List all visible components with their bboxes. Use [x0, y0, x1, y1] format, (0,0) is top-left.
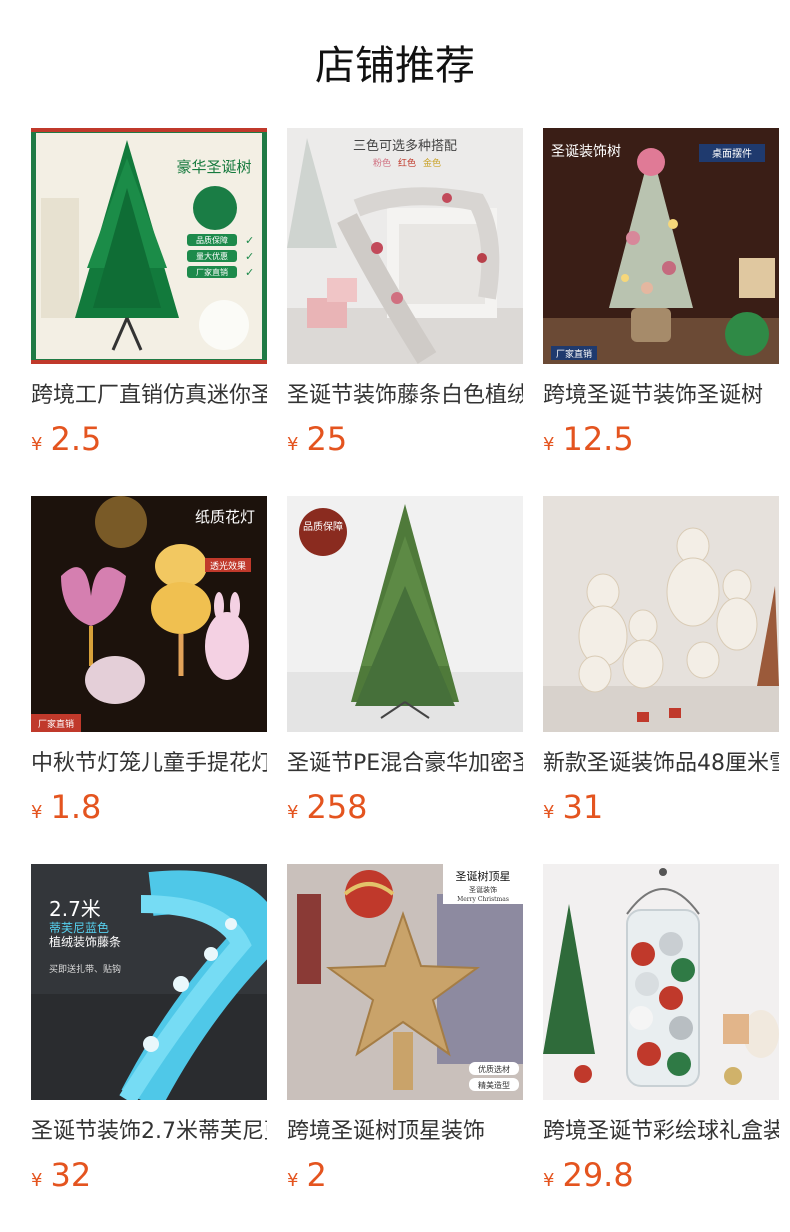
snowman-image: [543, 496, 779, 732]
image-heading: 蒂芙尼蓝色: [49, 921, 109, 935]
svg-text:✓: ✓: [245, 266, 254, 279]
product-price: ¥258: [287, 787, 523, 833]
image-heading: 三色可选多种搭配: [353, 138, 457, 154]
page-title: 店铺推荐: [315, 43, 475, 89]
product-name[interactable]: 跨境圣诞节装饰圣诞树: [543, 381, 779, 411]
image-heading: 圣诞树顶星: [456, 869, 511, 883]
product-name[interactable]: 跨境圣诞节彩绘球礼盒装: [543, 1117, 779, 1147]
product-card[interactable]: 圣诞装饰树 桌面摆件 厂家直销 跨境圣诞节装饰圣诞树 ¥12.5: [543, 128, 779, 465]
image-heading: 豪华圣诞树: [176, 158, 251, 176]
product-image[interactable]: 三色可选多种搭配 粉色 红色 金色: [287, 128, 523, 364]
svg-text:✓: ✓: [245, 234, 254, 247]
product-price: ¥25: [287, 419, 523, 465]
currency-symbol: ¥: [31, 1170, 43, 1191]
product-price: ¥12.5: [543, 419, 779, 465]
product-price: ¥2: [287, 1155, 523, 1201]
product-image[interactable]: [543, 864, 779, 1100]
product-image[interactable]: 圣诞树顶星 圣诞装饰 Merry Christmas 优质选材 精美造型: [287, 864, 523, 1100]
product-image[interactable]: 品质保障: [287, 496, 523, 732]
price-value: 2.5: [50, 420, 102, 458]
product-name[interactable]: 圣诞节装饰藤条白色植绒: [287, 381, 523, 411]
pe-tree-image: 品质保障: [287, 496, 523, 732]
ornament-jar-image: [543, 864, 779, 1100]
quality-badge: 品质保障: [303, 520, 343, 533]
product-name[interactable]: 跨境圣诞树顶星装饰: [287, 1117, 523, 1147]
product-name[interactable]: 新款圣诞装饰品48厘米雪人: [543, 749, 779, 779]
svg-text:厂家直销: 厂家直销: [38, 718, 74, 730]
price-value: 29.8: [562, 1156, 634, 1194]
product-card[interactable]: 2.7米 蒂芙尼蓝色 植绒装饰藤条 买即送扎带、贴钩 圣诞节装饰2.7米蒂芙尼蓝…: [31, 864, 267, 1201]
product-price: ¥32: [31, 1155, 267, 1201]
lantern-image: 纸质花灯 透光效果 厂家直销: [31, 496, 267, 732]
product-name[interactable]: 圣诞节装饰2.7米蒂芙尼蓝色: [31, 1117, 267, 1147]
svg-text:✓: ✓: [245, 250, 254, 263]
svg-text:买即送扎带、贴钩: 买即送扎带、贴钩: [49, 963, 121, 975]
product-image[interactable]: 圣诞装饰树 桌面摆件 厂家直销: [543, 128, 779, 364]
currency-symbol: ¥: [31, 434, 43, 455]
svg-text:桌面摆件: 桌面摆件: [712, 147, 752, 160]
svg-text:精美造型: 精美造型: [478, 1080, 510, 1090]
tree-topper-star-image: 圣诞树顶星 圣诞装饰 Merry Christmas 优质选材 精美造型: [287, 864, 523, 1100]
product-card[interactable]: 圣诞树顶星 圣诞装饰 Merry Christmas 优质选材 精美造型 跨境圣…: [287, 864, 523, 1201]
svg-text:品质保障: 品质保障: [196, 235, 228, 245]
currency-symbol: ¥: [543, 802, 555, 823]
product-image[interactable]: 2.7米 蒂芙尼蓝色 植绒装饰藤条 买即送扎带、贴钩: [31, 864, 267, 1100]
product-card[interactable]: 三色可选多种搭配 粉色 红色 金色 圣诞节装饰藤条白色植绒 ¥25: [287, 128, 523, 465]
currency-symbol: ¥: [31, 802, 43, 823]
price-value: 2: [306, 1156, 327, 1194]
svg-text:金色: 金色: [423, 157, 441, 169]
price-value: 31: [562, 788, 604, 826]
svg-text:植绒装饰藤条: 植绒装饰藤条: [49, 934, 121, 949]
product-name[interactable]: 跨境工厂直销仿真迷你圣诞树: [31, 381, 267, 411]
image-heading: 纸质花灯: [195, 508, 255, 526]
christmas-tree-image: 豪华圣诞树 品质保障 量大优惠 厂家直销 ✓ ✓ ✓: [31, 128, 267, 364]
price-value: 32: [50, 1156, 92, 1194]
garland-image: 三色可选多种搭配 粉色 红色 金色: [287, 128, 523, 364]
product-price: ¥2.5: [31, 419, 267, 465]
product-name[interactable]: 圣诞节PE混合豪华加密圣诞树: [287, 749, 523, 779]
product-image[interactable]: 豪华圣诞树 品质保障 量大优惠 厂家直销 ✓ ✓ ✓: [31, 128, 267, 364]
image-heading: 圣诞装饰树: [551, 144, 621, 160]
svg-text:红色: 红色: [398, 157, 416, 169]
product-card[interactable]: 新款圣诞装饰品48厘米雪人 ¥31: [543, 496, 779, 833]
currency-symbol: ¥: [287, 434, 299, 455]
product-card[interactable]: 跨境圣诞节彩绘球礼盒装 ¥29.8: [543, 864, 779, 1201]
svg-text:圣诞装饰: 圣诞装饰: [469, 885, 497, 894]
currency-symbol: ¥: [543, 1170, 555, 1191]
product-price: ¥1.8: [31, 787, 267, 833]
price-value: 258: [306, 788, 368, 826]
currency-symbol: ¥: [287, 802, 299, 823]
product-price: ¥29.8: [543, 1155, 779, 1201]
svg-text:Merry Christmas: Merry Christmas: [457, 896, 509, 903]
price-value: 25: [306, 420, 348, 458]
product-card[interactable]: 纸质花灯 透光效果 厂家直销 中秋节灯笼儿童手提花灯 ¥1.8: [31, 496, 267, 833]
tabletop-tree-image: 圣诞装饰树 桌面摆件 厂家直销: [543, 128, 779, 364]
price-value: 1.8: [50, 788, 102, 826]
svg-text:优质选材: 优质选材: [478, 1064, 510, 1074]
product-price: ¥31: [543, 787, 779, 833]
blue-garland-image: 2.7米 蒂芙尼蓝色 植绒装饰藤条 买即送扎带、贴钩: [31, 864, 267, 1100]
svg-text:厂家直销: 厂家直销: [196, 267, 228, 277]
currency-symbol: ¥: [287, 1170, 299, 1191]
svg-text:厂家直销: 厂家直销: [556, 348, 592, 360]
svg-text:粉色: 粉色: [373, 157, 391, 169]
currency-symbol: ¥: [543, 434, 555, 455]
product-image[interactable]: 纸质花灯 透光效果 厂家直销: [31, 496, 267, 732]
price-value: 12.5: [562, 420, 634, 458]
product-card[interactable]: 豪华圣诞树 品质保障 量大优惠 厂家直销 ✓ ✓ ✓ 跨境工厂直销仿真迷你圣诞树…: [31, 128, 267, 465]
svg-text:量大优惠: 量大优惠: [196, 251, 228, 261]
product-name[interactable]: 中秋节灯笼儿童手提花灯: [31, 749, 267, 779]
product-image[interactable]: [543, 496, 779, 732]
product-card[interactable]: 品质保障 圣诞节PE混合豪华加密圣诞树 ¥258: [287, 496, 523, 833]
svg-text:2.7米: 2.7米: [49, 897, 101, 921]
svg-text:透光效果: 透光效果: [210, 560, 246, 572]
